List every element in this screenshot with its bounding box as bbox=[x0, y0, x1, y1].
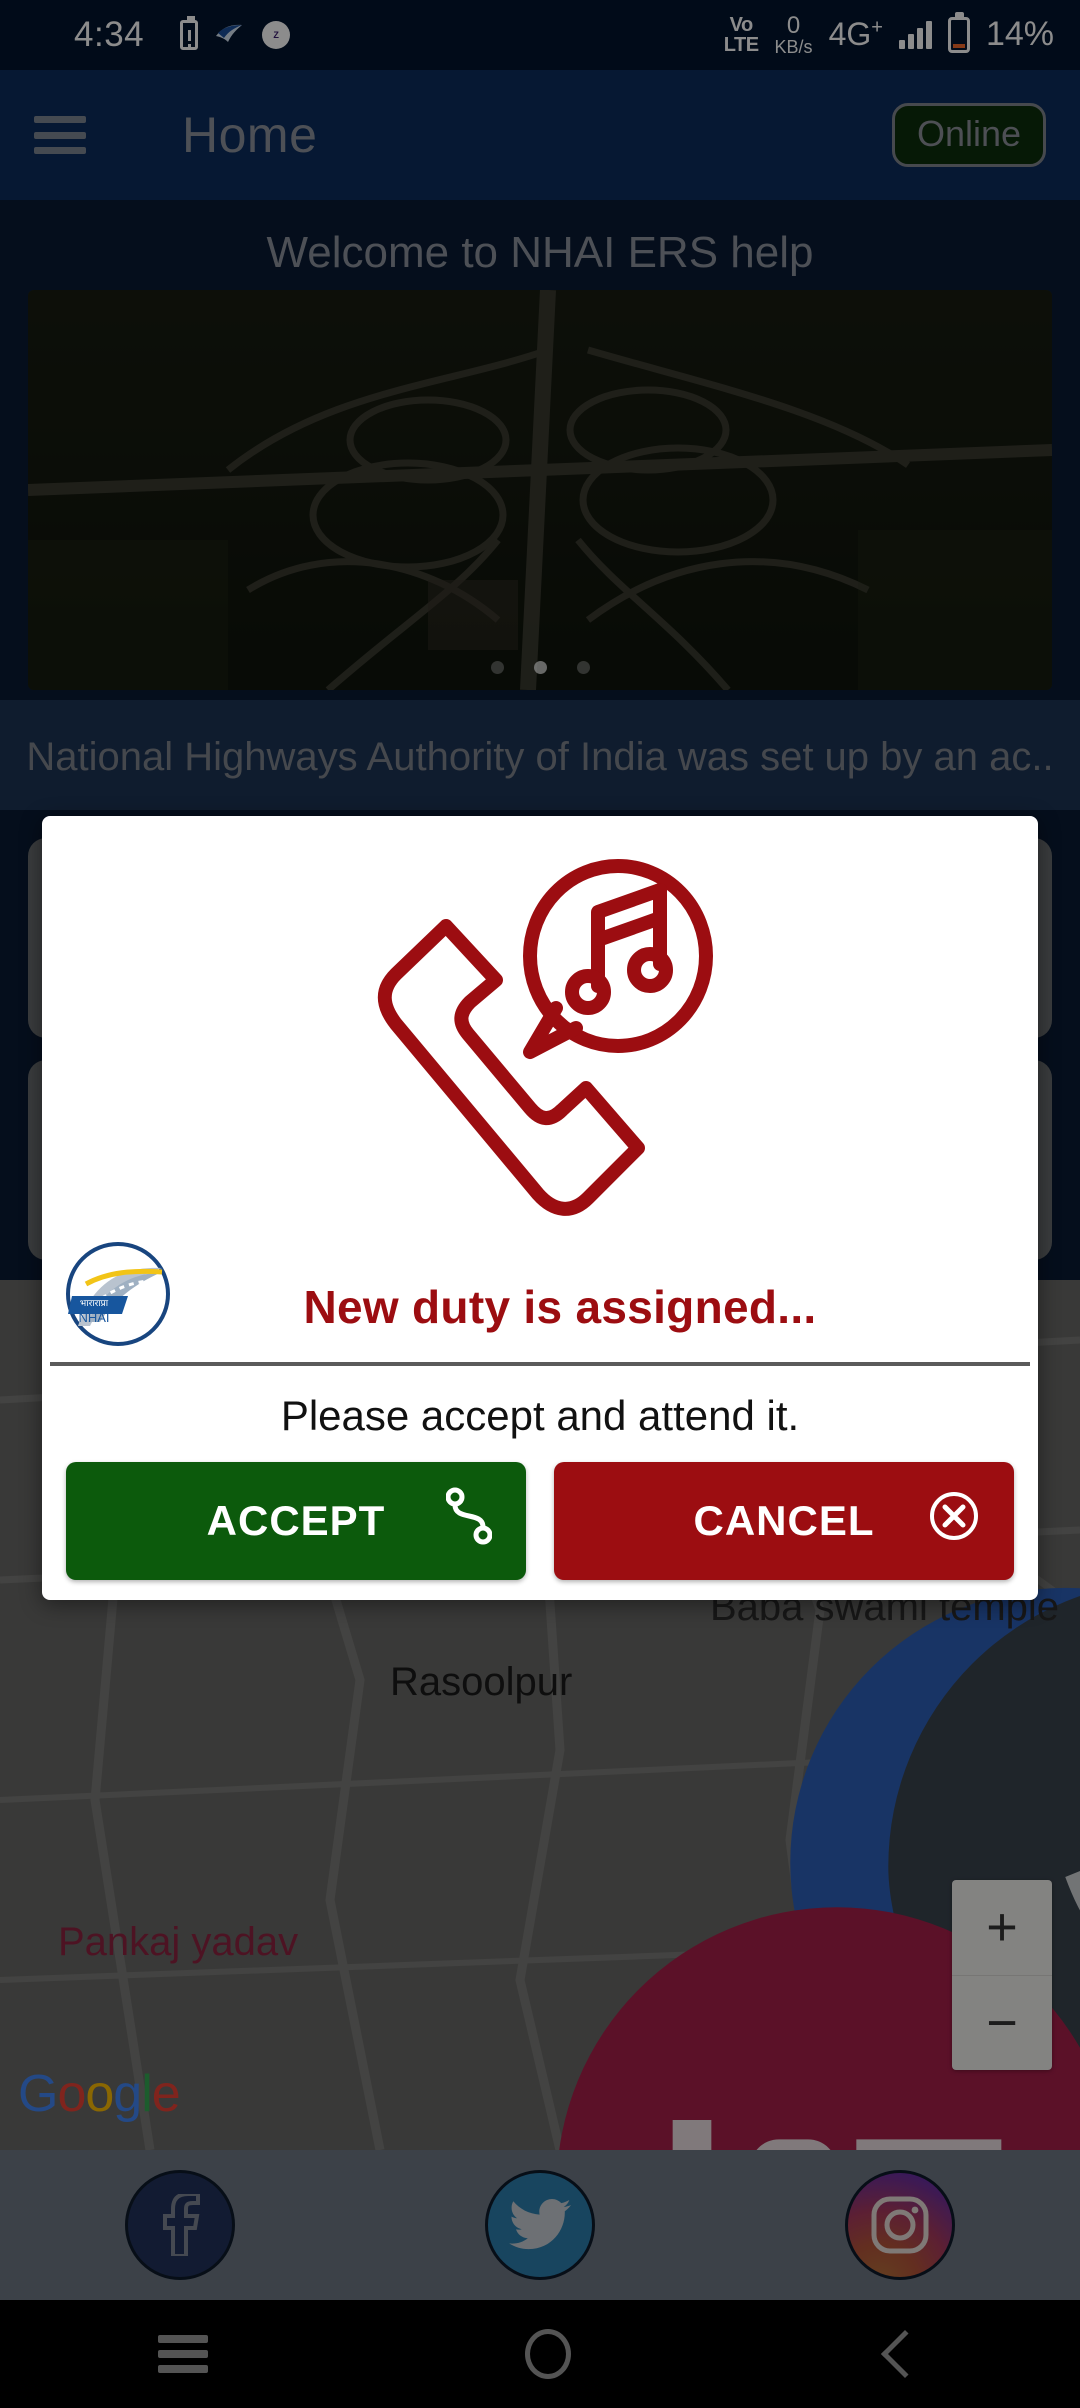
dialog-actions: ACCEPT CANCEL bbox=[48, 1462, 1032, 1594]
nhai-logo-text: NHAI bbox=[78, 1310, 109, 1325]
dialog-title: New duty is assigned... bbox=[303, 1281, 817, 1333]
cancel-button-label: CANCEL bbox=[693, 1497, 875, 1544]
close-circle-icon bbox=[928, 1490, 980, 1552]
dialog-subtitle: Please accept and attend it. bbox=[280, 1392, 800, 1439]
cancel-button[interactable]: CANCEL bbox=[554, 1462, 1014, 1580]
dialog-title-row: भाराराप्रा NHAI New duty is assigned... bbox=[48, 1242, 1032, 1362]
accept-button[interactable]: ACCEPT bbox=[66, 1462, 526, 1580]
nhai-logo: भाराराप्रा NHAI bbox=[64, 1240, 172, 1348]
new-duty-dialog: भाराराप्रा NHAI New duty is assigned... … bbox=[42, 816, 1038, 1600]
route-path-icon bbox=[445, 1487, 493, 1555]
accept-button-label: ACCEPT bbox=[206, 1497, 386, 1544]
ringing-phone-with-music-note-icon bbox=[377, 859, 713, 1216]
dialog-card: भाराराप्रा NHAI New duty is assigned... … bbox=[48, 822, 1032, 1594]
dialog-illustration bbox=[48, 822, 1032, 1252]
svg-text:भाराराप्रा: भाराराप्रा bbox=[80, 1299, 109, 1309]
